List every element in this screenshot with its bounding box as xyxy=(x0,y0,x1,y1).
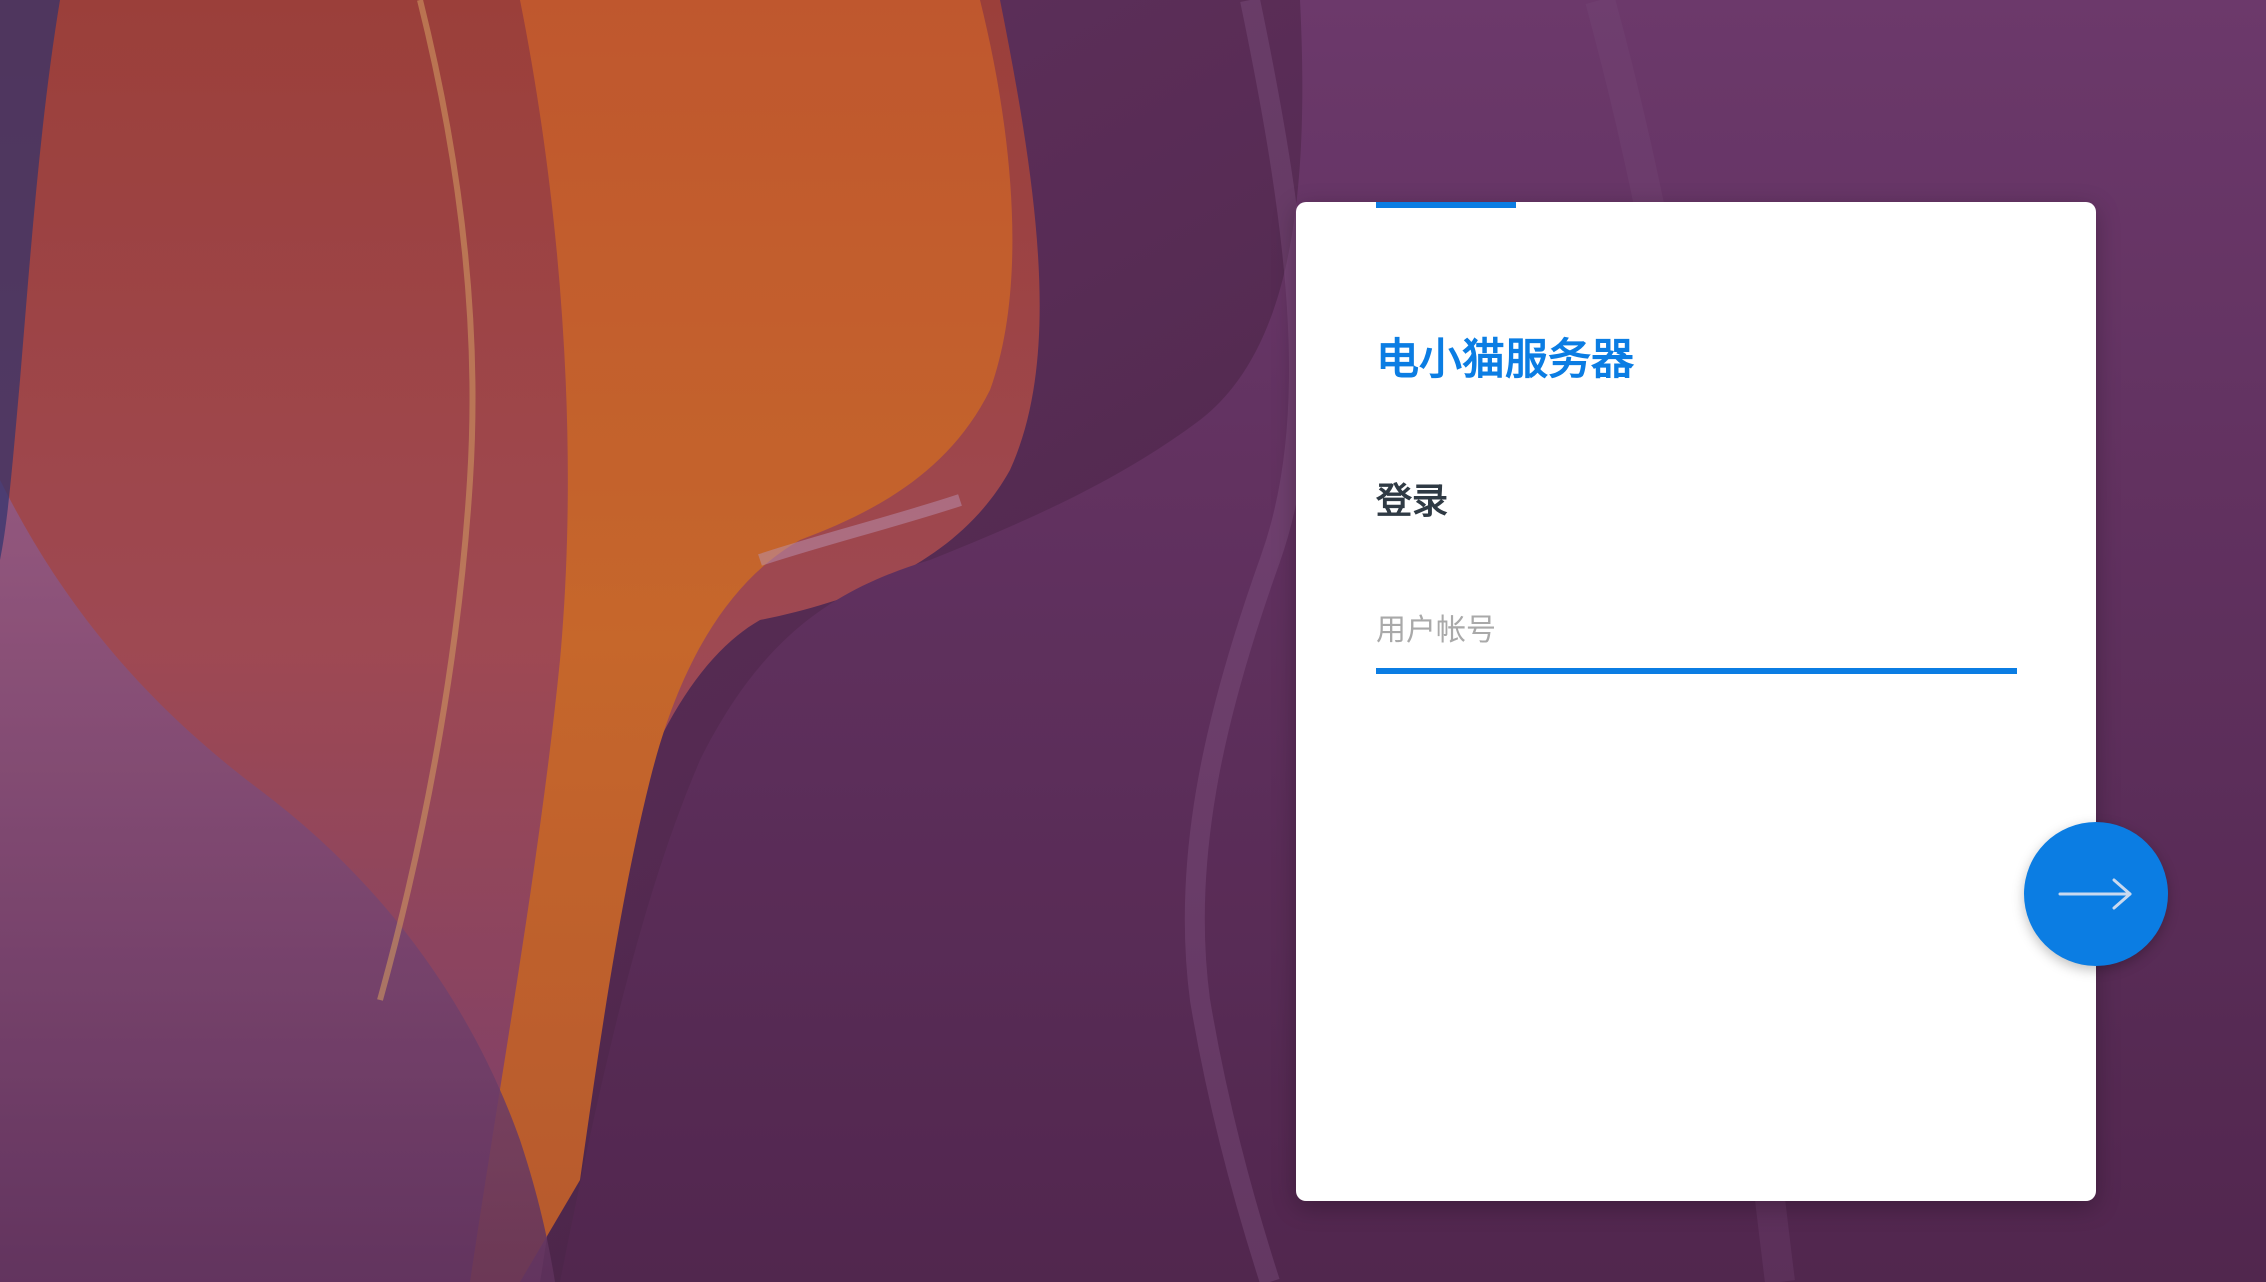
login-heading: 登录 xyxy=(1376,481,1449,522)
login-page: 电小猫服务器 登录 xyxy=(0,0,2266,1282)
submit-button[interactable] xyxy=(2024,822,2168,966)
card-accent-bar xyxy=(1376,202,1516,208)
brand-title: 电小猫服务器 xyxy=(1376,335,1634,385)
login-card: 电小猫服务器 登录 xyxy=(1296,202,2096,1201)
username-field-wrapper xyxy=(1376,592,2017,674)
username-input[interactable] xyxy=(1376,592,2017,668)
arrow-right-icon xyxy=(2058,878,2132,910)
username-input-underline xyxy=(1376,668,2017,674)
